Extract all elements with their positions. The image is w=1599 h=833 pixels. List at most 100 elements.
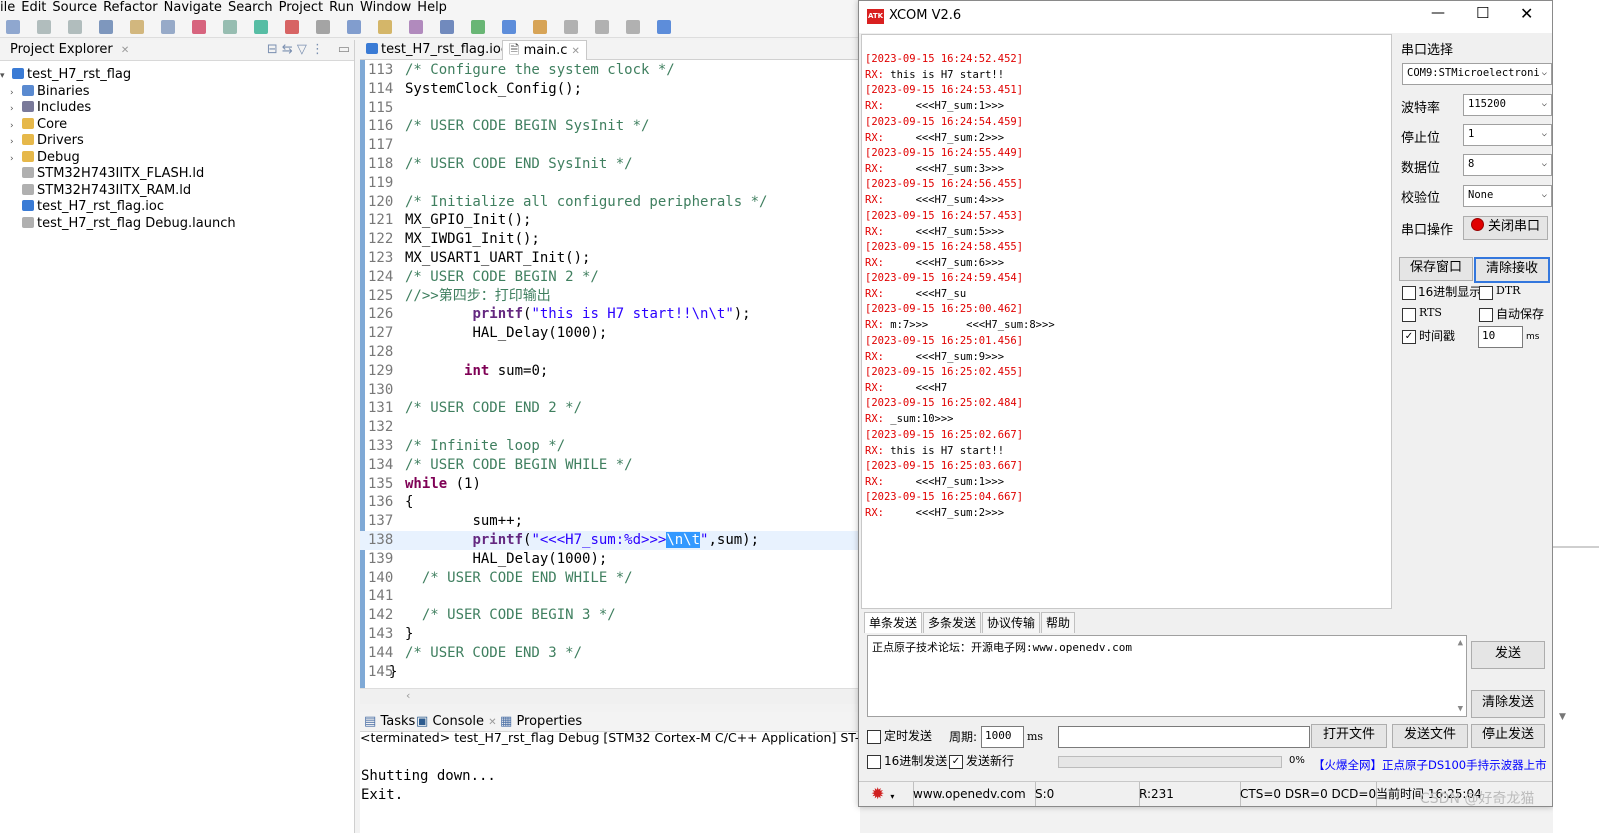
toolbar-icon[interactable] <box>254 20 268 34</box>
tree-item[interactable]: STM32H743IITX_RAM.ld <box>10 183 191 199</box>
code-line[interactable]: 124 /* USER CODE BEGIN 2 */ <box>360 268 860 287</box>
send-button[interactable]: 发送 <box>1471 641 1545 669</box>
code-line[interactable]: 130 <box>360 381 860 400</box>
twisty-icon[interactable]: › <box>10 101 22 117</box>
settings-cell[interactable]: ✹ ▾ <box>859 782 914 806</box>
menu-item[interactable]: Project <box>279 0 323 15</box>
code-line[interactable]: 136 { <box>360 493 860 512</box>
code-line[interactable]: 127 HAL_Delay(1000); <box>360 324 860 343</box>
hex-send-checkbox[interactable] <box>867 755 881 769</box>
toolbar-icon[interactable] <box>378 20 392 34</box>
code-line[interactable]: 128 <box>360 343 860 362</box>
toolbar-icon[interactable] <box>285 20 299 34</box>
code-line[interactable]: 137 sum++; <box>360 512 860 531</box>
code-line[interactable]: 131 /* USER CODE END 2 */ <box>360 399 860 418</box>
toolbar-icon[interactable] <box>223 20 237 34</box>
toolbar-icon[interactable] <box>316 20 330 34</box>
minimize-icon[interactable]: ▭ <box>338 40 350 60</box>
clear-send-button[interactable]: 清除发送 <box>1471 690 1545 718</box>
toolbar-icon[interactable] <box>533 20 547 34</box>
code-line[interactable]: 140 /* USER CODE END WHILE */ <box>360 569 860 588</box>
tab-properties[interactable]: ▦ Properties <box>500 712 582 732</box>
code-line[interactable]: 120 /* Initialize all configured peripher… <box>360 193 860 212</box>
file-path-input[interactable] <box>1058 726 1310 748</box>
code-line[interactable]: 139 HAL_Delay(1000); <box>360 550 860 569</box>
code-line[interactable]: 115 <box>360 99 860 118</box>
code-line[interactable]: 133 /* Infinite loop */ <box>360 437 860 456</box>
auto-save-checkbox[interactable] <box>1479 308 1493 322</box>
code-editor[interactable]: 113 /* Configure the system clock */ 114 Sy… <box>360 60 860 688</box>
close-icon[interactable]: ✕ <box>488 717 496 728</box>
editor-horizontal-scrollbar[interactable]: ‹ <box>360 688 860 704</box>
code-line[interactable]: 145} <box>360 663 860 682</box>
tree-item[interactable]: test_H7_rst_flag Debug.launch <box>10 216 236 232</box>
code-line[interactable]: 141 <box>360 587 860 606</box>
xcom-title-bar[interactable]: ATK XCOM V2.6 — ☐ ✕ <box>859 1 1552 33</box>
code-line[interactable]: 125 //>>第四步：打印输出 <box>360 287 860 306</box>
code-line[interactable]: 144 /* USER CODE END 3 */ <box>360 644 860 663</box>
send-newline-checkbox[interactable]: ✓ <box>949 755 963 769</box>
code-line[interactable]: 129 int sum=0; <box>360 362 860 381</box>
code-line[interactable]: 117 <box>360 136 860 155</box>
menu-item[interactable]: Edit <box>21 0 46 15</box>
toolbar-icon[interactable] <box>130 20 144 34</box>
tab-tasks[interactable]: ▤ Tasks <box>364 712 415 732</box>
twisty-icon[interactable]: › <box>10 118 22 134</box>
view-menu-icon[interactable]: ⊟ ⇆ ▽ ⋮ <box>267 40 324 60</box>
send-file-button[interactable]: 发送文件 <box>1392 724 1468 748</box>
code-line[interactable]: 126 printf("this is H7 start!!\n\t"); <box>360 305 860 324</box>
gear-icon[interactable]: ✹ <box>871 784 884 803</box>
tab-help[interactable]: 帮助 <box>1041 612 1076 633</box>
period-input[interactable]: 1000 <box>981 726 1024 748</box>
close-port-button[interactable]: 关闭串口 <box>1463 216 1548 240</box>
toolbar-icon[interactable] <box>502 20 516 34</box>
receive-area[interactable]: [2023-09-15 16:24:52.452] RX: this is H7 … <box>861 34 1392 609</box>
twisty-icon[interactable]: › <box>10 151 22 167</box>
stop-bits-select[interactable]: 1 ⌵ <box>1463 124 1552 146</box>
tree-item[interactable]: › Drivers <box>10 133 84 149</box>
code-line[interactable]: 119 <box>360 174 860 193</box>
minimize-icon[interactable]: — <box>1431 5 1445 21</box>
close-window-icon[interactable]: ✕ <box>1520 4 1533 23</box>
menu-item[interactable]: Source <box>52 0 97 15</box>
port-select[interactable]: COM9:STMicroelectroni ⌵ <box>1402 63 1552 85</box>
open-file-button[interactable]: 打开文件 <box>1311 724 1387 748</box>
timed-send-checkbox[interactable] <box>867 730 881 744</box>
menu-item[interactable]: Run <box>329 0 354 15</box>
code-line[interactable]: 114 SystemClock_Config(); <box>360 80 860 99</box>
tree-item[interactable]: ▾ test_H7_rst_flag <box>0 67 131 83</box>
baud-select[interactable]: 115200 ⌵ <box>1463 94 1552 116</box>
twisty-icon[interactable]: ▾ <box>0 68 12 84</box>
stop-send-button[interactable]: 停止发送 <box>1471 724 1545 748</box>
toolbar-icon[interactable] <box>471 20 485 34</box>
toolbar-icon[interactable] <box>99 20 113 34</box>
dropdown-icon[interactable]: ▾ <box>890 792 894 801</box>
code-line[interactable]: 116 /* USER CODE BEGIN SysInit */ <box>360 117 860 136</box>
toolbar-icon[interactable] <box>192 20 206 34</box>
scroll-down-icon[interactable]: ▼ <box>1458 704 1463 714</box>
timestamp-input[interactable]: 10 <box>1478 326 1523 348</box>
console-view[interactable]: <terminated> test_H7_rst_flag Debug [STM… <box>360 730 860 833</box>
maximize-icon[interactable]: ☐ <box>1476 4 1489 22</box>
status-website[interactable]: www.openedv.com <box>909 782 1036 806</box>
tree-item[interactable]: › Core <box>10 117 67 133</box>
code-line[interactable]: 142 /* USER CODE BEGIN 3 */ <box>360 606 860 625</box>
data-bits-select[interactable]: 8 ⌵ <box>1463 154 1552 176</box>
tab-ioc[interactable]: test_H7_rst_flag.ioc <box>360 40 514 60</box>
tab-project-explorer[interactable]: Project Explorer ✕ ⊟ ⇆ ▽ ⋮ ▭ <box>0 40 354 61</box>
clear-receive-button[interactable]: 清除接收 <box>1474 257 1550 283</box>
toolbar-icon[interactable] <box>347 20 361 34</box>
rts-checkbox[interactable] <box>1402 308 1416 322</box>
send-text-area[interactable]: 正点原子技术论坛：开源电子网:www.openedv.com ▲ ▼ <box>867 635 1467 717</box>
ad-link[interactable]: 【火爆全网】正点原子DS100手持示波器上市 <box>1313 757 1547 773</box>
twisty-icon[interactable]: › <box>10 85 22 101</box>
code-line[interactable]: 134 /* USER CODE BEGIN WHILE */ <box>360 456 860 475</box>
menu-item[interactable]: ile <box>0 0 15 15</box>
toolbar-icon[interactable] <box>626 20 640 34</box>
menu-item[interactable]: Help <box>417 0 447 15</box>
menu-item[interactable]: Navigate <box>164 0 222 15</box>
code-line[interactable]: 113 /* Configure the system clock */ <box>360 61 860 80</box>
toolbar-icon[interactable] <box>409 20 423 34</box>
code-line[interactable]: 123 MX_USART1_UART_Init(); <box>360 249 860 268</box>
menu-item[interactable]: Refactor <box>103 0 158 15</box>
